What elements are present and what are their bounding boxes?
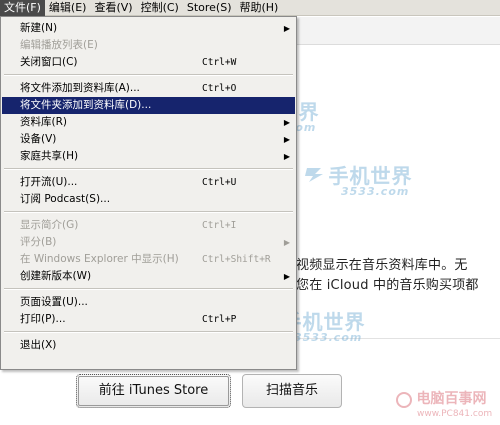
menu-item-print[interactable]: 打印(P)... Ctrl+P [2, 311, 295, 328]
watermark-3533: 手机世界 3533.com [305, 160, 413, 198]
menu-separator [4, 74, 293, 76]
menu-item-edit-playlist: 编辑播放列表(E) [20, 39, 98, 51]
content-header-strip [296, 17, 500, 45]
menu-item-add-file-to-library[interactable]: 将文件添加到资料库(A)... Ctrl+O [2, 80, 295, 97]
scan-music-button[interactable]: 扫描音乐 [242, 374, 342, 408]
menu-item-library[interactable]: 资料库(R) ▶ [2, 114, 295, 131]
menu-help[interactable]: 帮助(H) [235, 0, 282, 16]
submenu-arrow-icon: ▶ [283, 152, 290, 161]
menu-item-create-new-version[interactable]: 创建新版本(W) ▶ [2, 268, 295, 285]
menu-item-home-sharing[interactable]: 家庭共享(H) ▶ [2, 148, 295, 165]
menu-separator [4, 211, 293, 213]
go-itunes-store-button[interactable]: 前往 iTunes Store [76, 374, 231, 408]
menu-separator [4, 331, 293, 333]
menu-separator [4, 168, 293, 170]
watermark-brand: 手机世界 [328, 164, 413, 188]
menu-item-get-info: 显示简介(G) Ctrl+I [20, 219, 237, 231]
menu-item-add-folder-to-library[interactable]: 将文件夹添加到资料库(D)... [2, 97, 295, 114]
menu-view[interactable]: 查看(V) [90, 0, 136, 16]
menu-item-new[interactable]: 新建(N) ▶ [2, 20, 295, 37]
submenu-arrow-icon: ▶ [283, 118, 290, 127]
menu-item-exit[interactable]: 退出(X) [2, 337, 295, 354]
menu-item-rating: 评分(B) ▶ [2, 234, 295, 251]
menu-item-subscribe-podcast[interactable]: 订阅 Podcast(S)... [2, 191, 295, 208]
watermark-corner-site: www.PC841.com [417, 409, 493, 419]
menu-file[interactable]: 文件(F) [0, 0, 45, 16]
pc841-logo-icon [396, 392, 412, 408]
submenu-arrow-icon: ▶ [283, 24, 290, 33]
menu-item-open-stream[interactable]: 打开流(U)... Ctrl+U [2, 174, 295, 191]
info-text-line-1: 视频显示在音乐资料库中。无 [296, 258, 468, 273]
file-menu-dropdown: 新建(N) ▶ 编辑播放列表(E) 关闭窗口(C) Ctrl+W 将文件添加到资… [0, 16, 297, 370]
menu-controls[interactable]: 控制(C) [137, 0, 183, 16]
submenu-arrow-icon: ▶ [283, 135, 290, 144]
menu-store[interactable]: Store(S) [183, 0, 236, 16]
menu-bar: 文件(F) 编辑(E) 查看(V) 控制(C) Store(S) 帮助(H) [0, 0, 500, 16]
watermark-url: 3533.com [341, 185, 410, 198]
submenu-arrow-icon: ▶ [283, 272, 290, 281]
watermark-corner-name: 电脑百事网 [416, 391, 487, 407]
info-text-line-2: 您在 iCloud 中的音乐购买项都 [296, 278, 479, 293]
menu-edit[interactable]: 编辑(E) [45, 0, 91, 16]
watermark-pc841: 电脑百事网 www.PC841.com [395, 388, 492, 419]
menu-item-close-window[interactable]: 关闭窗口(C) Ctrl+W [2, 54, 295, 71]
menu-item-show-in-explorer: 在 Windows Explorer 中显示(H) Ctrl+Shift+R [20, 253, 271, 265]
watermark-logo-icon [305, 167, 323, 182]
menu-item-page-setup[interactable]: 页面设置(U)... [2, 294, 295, 311]
menu-separator [4, 288, 293, 290]
submenu-arrow-icon: ▶ [283, 238, 290, 247]
menu-item-devices[interactable]: 设备(V) ▶ [2, 131, 295, 148]
